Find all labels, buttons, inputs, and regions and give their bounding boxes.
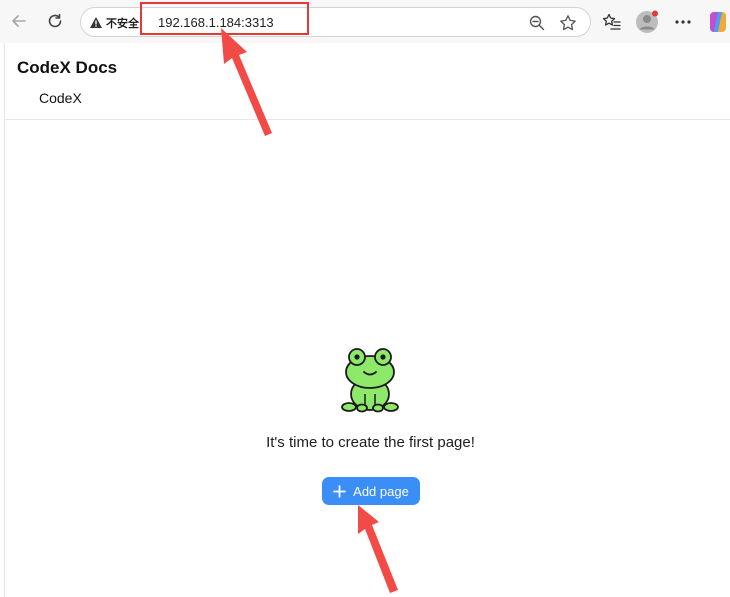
favorites-icon[interactable] [600,10,624,34]
security-indicator[interactable]: 不安全 [89,14,139,31]
frog-icon [341,346,399,414]
zoom-icon[interactable] [527,13,547,33]
add-page-label: Add page [353,483,409,499]
favorite-star-icon[interactable] [558,13,578,33]
profile-avatar[interactable] [635,10,659,34]
app-header: CodeX Docs CodeX [4,43,730,120]
nav-link-codex[interactable]: CodeX [39,90,82,106]
app-title[interactable]: CodeX Docs [17,58,117,78]
plus-icon [333,484,347,498]
url-highlight-box [140,2,309,35]
add-page-button[interactable]: Add page [322,477,420,505]
warning-icon [90,17,102,28]
reload-icon[interactable] [42,8,68,34]
back-icon[interactable] [6,8,32,34]
copilot-icon[interactable] [706,10,730,34]
insecure-label: 不安全 [106,16,139,30]
browser-toolbar: 不安全 192.168.1.184:3313 [0,0,730,43]
empty-state-message: It's time to create the first page! [266,434,475,451]
more-options-icon[interactable] [671,10,695,34]
